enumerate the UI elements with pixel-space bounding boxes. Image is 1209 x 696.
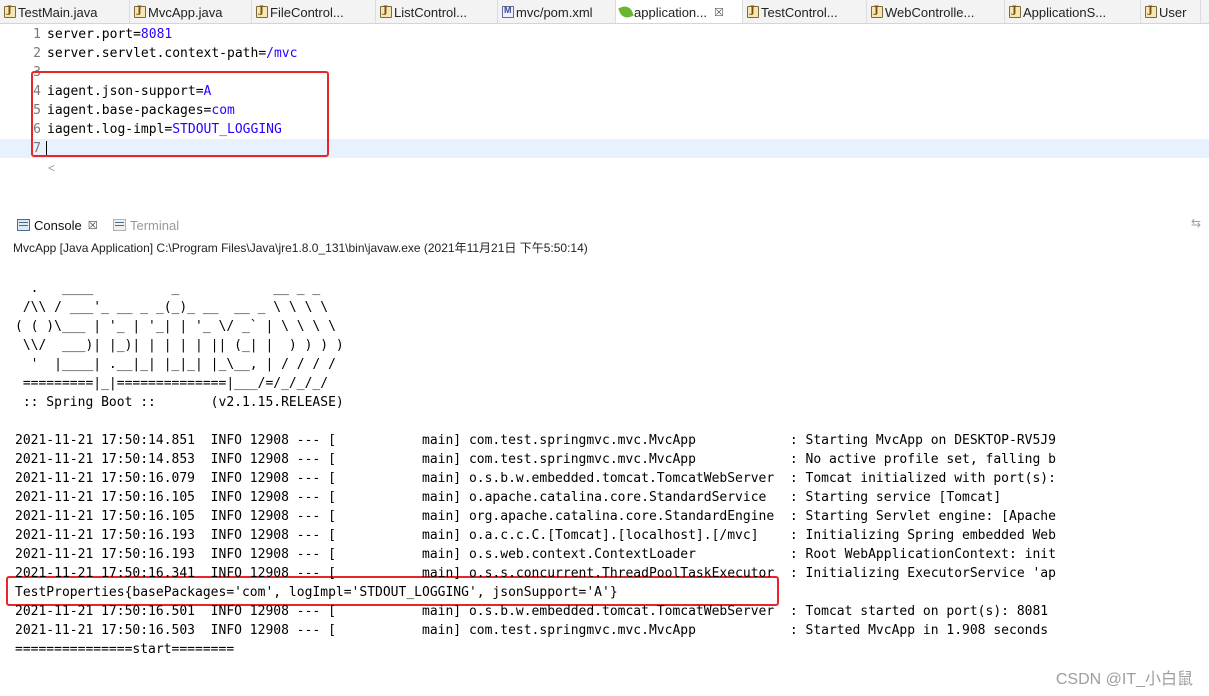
- editor-tab-label: TestMain.java: [18, 4, 98, 20]
- tab-terminal[interactable]: Terminal: [113, 216, 179, 234]
- editor-tab-label: FileControl...: [270, 4, 344, 20]
- console-line: 2021-11-21 17:50:14.853 INFO 12908 --- […: [15, 452, 1056, 467]
- editor-tab[interactable]: MvcApp.java: [130, 0, 252, 23]
- editor-line: 3: [0, 63, 1209, 82]
- editor-tab[interactable]: TestControl...: [743, 0, 867, 23]
- console-line: ===============start========: [15, 642, 235, 657]
- console-line: 2021-11-21 17:50:16.501 INFO 12908 --- […: [15, 604, 1049, 619]
- property-value: A: [203, 84, 212, 99]
- text-caret: [46, 141, 47, 156]
- editor-tab[interactable]: WebControlle...: [867, 0, 1005, 23]
- code-text: server.port=8081: [47, 25, 172, 44]
- console-line: 2021-11-21 17:50:16.193 INFO 12908 --- […: [15, 547, 1056, 562]
- console-line: 2021-11-21 17:50:16.193 INFO 12908 --- […: [15, 528, 1056, 543]
- java-file-icon: [134, 5, 146, 18]
- editor-tab-bar: TestMain.java MvcApp.java FileControl... Li…: [0, 0, 1209, 24]
- property-key: server.port=: [47, 27, 141, 42]
- editor-tab-label: application...: [634, 4, 707, 20]
- console-line: 2021-11-21 17:50:16.079 INFO 12908 --- […: [15, 471, 1056, 486]
- property-value: /mvc: [266, 46, 298, 61]
- launch-info: MvcApp [Java Application] C:\Program Fil…: [13, 241, 588, 255]
- code-text: iagent.log-impl=STDOUT_LOGGING: [47, 120, 282, 139]
- editor-tab[interactable]: TestMain.java: [0, 0, 130, 23]
- tab-terminal-label: Terminal: [130, 217, 180, 233]
- java-file-icon: [380, 5, 392, 18]
- terminal-icon: [113, 219, 126, 231]
- code-text: server.servlet.context-path=/mvc: [47, 44, 297, 63]
- editor-tab-label: TestControl...: [761, 4, 838, 20]
- java-file-icon: [747, 5, 759, 18]
- spring-leaf-icon: [618, 4, 634, 20]
- property-value: STDOUT_LOGGING: [172, 122, 282, 137]
- property-value: com: [211, 103, 235, 118]
- scroll-left-arrow-icon[interactable]: <: [48, 161, 55, 175]
- line-number: 6: [33, 122, 41, 137]
- editor-tab[interactable]: mvc/pom.xml: [498, 0, 616, 23]
- editor-tab[interactable]: FileControl...: [252, 0, 376, 23]
- java-file-icon: [871, 5, 883, 18]
- console-line: TestProperties{basePackages='com', logIm…: [15, 585, 618, 600]
- console-line: 2021-11-21 17:50:16.105 INFO 12908 --- […: [15, 490, 1002, 505]
- editor-tab[interactable]: User: [1141, 0, 1201, 23]
- java-file-icon: [4, 5, 16, 18]
- editor-tab-label: ApplicationS...: [1023, 4, 1107, 20]
- console-line: =========|_|==============|___/=/_/_/_/: [15, 376, 329, 391]
- console-line: 2021-11-21 17:50:16.503 INFO 12908 --- […: [15, 623, 1049, 638]
- console-line: 2021-11-21 17:50:16.105 INFO 12908 --- […: [15, 509, 1056, 524]
- editor-line: 6 iagent.log-impl=STDOUT_LOGGING: [0, 120, 1209, 139]
- code-text: iagent.json-support=A: [47, 82, 211, 101]
- console-line: \\/ ___)| |_)| | | | | || (_| | ) ) ) ): [15, 338, 344, 353]
- editor-line: 5 iagent.base-packages=com: [0, 101, 1209, 120]
- watermark: CSDN @IT_小白鼠: [1055, 671, 1193, 688]
- view-toolbar-icon[interactable]: ⇆: [1191, 216, 1205, 230]
- editor-tab-label: MvcApp.java: [148, 4, 223, 20]
- console-line: :: Spring Boot :: (v2.1.15.RELEASE): [15, 395, 344, 410]
- property-value: 8081: [140, 27, 173, 42]
- close-tab-icon[interactable]: ☒: [714, 6, 724, 19]
- line-number: 7: [33, 141, 41, 156]
- line-number: 4: [33, 84, 41, 99]
- console-output[interactable]: . ____ _ __ _ _ /\\ / ___'_ __ _ _(_)_ _…: [0, 258, 1209, 696]
- editor-tab-label: WebControlle...: [885, 4, 975, 20]
- property-key: iagent.base-packages=: [47, 103, 212, 118]
- line-number: 5: [33, 103, 41, 118]
- editor-line: 7: [0, 139, 1209, 158]
- console-line: ' |____| .__|_| |_|_| |_\__, | / / / /: [15, 357, 336, 372]
- properties-editor[interactable]: 1 server.port=8081 2 server.servlet.context…: [0, 24, 1209, 207]
- editor-horizontal-scrollbar[interactable]: <: [24, 160, 1185, 176]
- java-file-icon: [1145, 5, 1157, 18]
- maven-pom-icon: [502, 5, 514, 18]
- console-line: ( ( )\___ | '_ | '_| | '_ \/ _` | \ \ \ …: [15, 319, 336, 334]
- editor-tab[interactable]: application... ☒: [616, 0, 743, 23]
- property-key: iagent.log-impl=: [47, 122, 173, 137]
- line-number: 3: [33, 65, 41, 80]
- editor-tab-label: User: [1159, 4, 1187, 20]
- editor-tab[interactable]: ApplicationS...: [1005, 0, 1141, 23]
- line-number: 1: [33, 27, 41, 42]
- property-key: server.servlet.context-path=: [47, 46, 267, 61]
- code-text: iagent.base-packages=com: [47, 101, 235, 120]
- close-console-icon[interactable]: ☒: [88, 219, 98, 232]
- console-line: /\\ / ___'_ __ _ _(_)_ __ __ _ \ \ \ \: [15, 300, 329, 315]
- property-key: iagent.json-support=: [47, 84, 204, 99]
- line-number: 2: [33, 46, 41, 61]
- console-icon: [17, 219, 30, 231]
- java-file-icon: [256, 5, 268, 18]
- java-file-icon: [1009, 5, 1021, 18]
- console-line: . ____ _ __ _ _: [15, 281, 321, 296]
- editor-tab-label: mvc/pom.xml: [516, 4, 593, 20]
- editor-line: 4 iagent.json-support=A: [0, 82, 1209, 101]
- tab-console-label: Console: [34, 217, 82, 233]
- editor-line: 1 server.port=8081: [0, 25, 1209, 44]
- tab-console[interactable]: Console ☒: [17, 216, 98, 234]
- console-line: 2021-11-21 17:50:16.341 INFO 12908 --- […: [15, 566, 1056, 581]
- console-line: 2021-11-21 17:50:14.851 INFO 12908 --- […: [15, 433, 1056, 448]
- editor-tab-label: ListControl...: [394, 4, 467, 20]
- editor-tab[interactable]: ListControl...: [376, 0, 498, 23]
- editor-line: 2 server.servlet.context-path=/mvc: [0, 44, 1209, 63]
- view-tab-bar: Console ☒ Terminal: [0, 212, 1209, 237]
